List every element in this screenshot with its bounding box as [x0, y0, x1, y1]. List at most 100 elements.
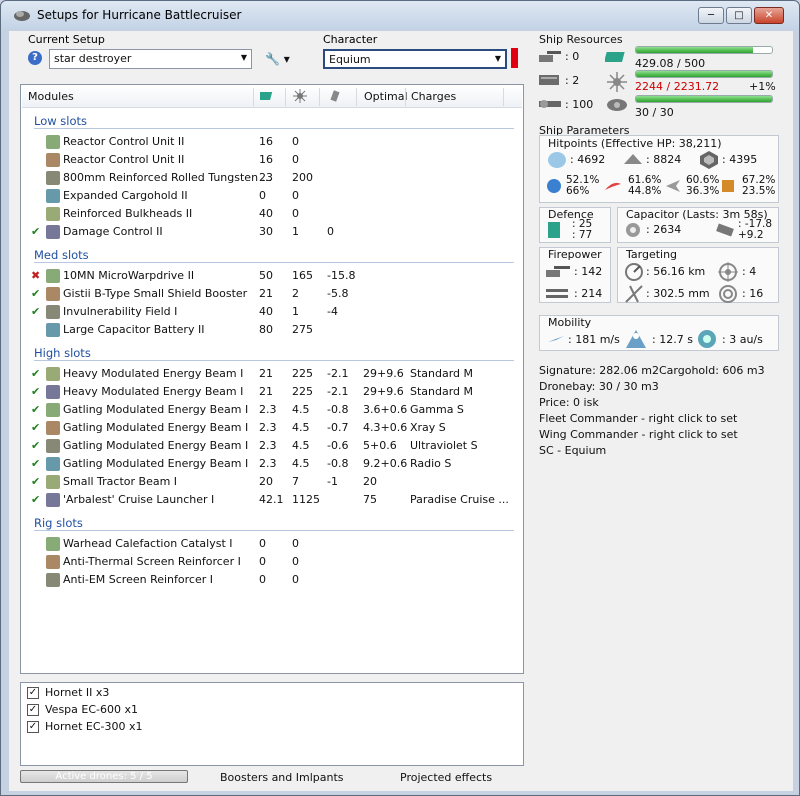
- capacitor-recharge: +9.2: [738, 229, 764, 241]
- squad-commander[interactable]: SC - Equium: [539, 444, 606, 457]
- module-row[interactable]: ✔ Heavy Modulated Energy Beam I 21 225 -2.1 2…: [21, 383, 521, 401]
- chevron-down-icon: ▼: [494, 54, 501, 63]
- module-row[interactable]: Anti-Thermal Screen Reinforcer I 0 0: [21, 553, 521, 571]
- module-cpu: 40: [259, 207, 273, 220]
- drone-checkbox[interactable]: ✓: [27, 687, 39, 699]
- module-optimal: 29+9.6: [363, 367, 404, 380]
- tab-boosters[interactable]: Boosters and Imlpants: [220, 771, 344, 784]
- module-powergrid: 4.5: [292, 457, 310, 470]
- slot-group-header: High slots: [34, 346, 91, 360]
- module-row[interactable]: 800mm Reinforced Rolled Tungsten ... 23 20…: [21, 169, 521, 187]
- module-name: 10MN MicroWarpdrive II: [63, 269, 195, 282]
- module-cpu: 80: [259, 323, 273, 336]
- active-drones-label: Active drones: 5 / 5: [55, 771, 153, 782]
- module-row[interactable]: Warhead Calefaction Catalyst I 0 0: [21, 535, 521, 553]
- module-row[interactable]: Reactor Control Unit II 16 0: [21, 151, 521, 169]
- active-drones-bar: Active drones: 5 / 5: [20, 770, 188, 783]
- client-area: Current Setup ? star destroyer ▼ 🔧 ▾ Char…: [9, 31, 793, 791]
- module-cpu: 2.3: [259, 457, 277, 470]
- module-powergrid: 1: [292, 305, 299, 318]
- module-name: Reactor Control Unit II: [63, 135, 185, 148]
- cargohold: Cargohold: 606 m3: [659, 364, 765, 377]
- capacitor-column-icon[interactable]: [328, 89, 342, 106]
- module-row[interactable]: ✔ Gatling Modulated Energy Beam I 2.3 4.5 -0…: [21, 401, 521, 419]
- slot-group-header: Med slots: [34, 248, 89, 262]
- module-cpu: 16: [259, 153, 273, 166]
- module-row[interactable]: Reactor Control Unit II 16 0: [21, 133, 521, 151]
- module-row[interactable]: Reinforced Bulkheads II 40 0: [21, 205, 521, 223]
- minimize-button[interactable]: ─: [698, 7, 724, 24]
- hitpoints-title: Hitpoints (Effective HP: 38,211): [548, 137, 722, 150]
- check-mark-icon: ✔: [31, 287, 41, 300]
- module-powergrid: 165: [292, 269, 313, 282]
- module-icon: [46, 403, 60, 417]
- em-resist-icon: [547, 179, 561, 193]
- module-icon: [46, 421, 60, 435]
- turret-slots: : 0: [565, 50, 580, 63]
- module-row[interactable]: ✔ 'Arbalest' Cruise Launcher I 42.1 1125 75 P…: [21, 491, 521, 509]
- hitpoints-box: Hitpoints (Effective HP: 38,211) : 4692 …: [539, 135, 779, 203]
- col-charges[interactable]: Charges: [411, 90, 456, 103]
- speed-icon: [548, 336, 564, 342]
- module-cpu: 2.3: [259, 421, 277, 434]
- module-icon: [46, 537, 60, 551]
- module-row[interactable]: ✔ Small Tractor Beam I 20 7 -1 20: [21, 473, 521, 491]
- module-row[interactable]: ✔ Gistii B-Type Small Shield Booster 21 2 -5…: [21, 285, 521, 303]
- armor-icon: [624, 154, 642, 164]
- module-row[interactable]: ✔ Gatling Modulated Energy Beam I 2.3 4.5 -0…: [21, 437, 521, 455]
- drone-checkbox[interactable]: ✓: [27, 704, 39, 716]
- module-name: Gatling Modulated Energy Beam I: [63, 421, 249, 434]
- module-icon: [46, 555, 60, 569]
- module-powergrid: 1125: [292, 493, 320, 506]
- col-optimal[interactable]: Optimal: [364, 90, 408, 103]
- character-status-indicator: [511, 48, 518, 68]
- module-charge: Ultraviolet S: [410, 439, 478, 452]
- cpu-column-icon[interactable]: [258, 89, 274, 106]
- fleet-commander[interactable]: Fleet Commander - right click to set: [539, 412, 737, 425]
- setup-tools-icon[interactable]: 🔧 ▾: [265, 52, 290, 66]
- window-frame: Setups for Hurricane Battlecruiser ─ □ ✕…: [0, 0, 800, 796]
- tab-projected[interactable]: Projected effects: [400, 771, 492, 784]
- wing-commander[interactable]: Wing Commander - right click to set: [539, 428, 738, 441]
- title-bar[interactable]: Setups for Hurricane Battlecruiser ─ □ ✕: [1, 1, 799, 29]
- character-select-value: Equium: [329, 53, 371, 66]
- module-row[interactable]: Expanded Cargohold II 0 0: [21, 187, 521, 205]
- module-row[interactable]: ✔ Invulnerability Field I 40 1 -4: [21, 303, 521, 321]
- module-cpu: 0: [259, 189, 266, 202]
- module-name: Small Tractor Beam I: [63, 475, 178, 488]
- module-capacitor: -15.8: [327, 269, 356, 282]
- module-charge: Paradise Cruise ...: [410, 493, 509, 506]
- maximize-button[interactable]: □: [726, 7, 752, 24]
- character-select[interactable]: Equium ▼: [323, 49, 507, 69]
- slot-group-divider: [34, 530, 514, 531]
- help-icon[interactable]: ?: [28, 51, 42, 65]
- modules-panel: Modules Optimal Charges Low slots Reactor…: [20, 84, 524, 674]
- module-cpu: 21: [259, 385, 273, 398]
- module-charge: Standard M: [410, 367, 474, 380]
- firepower-turret: : 142: [574, 265, 603, 278]
- turret-icon: [539, 51, 561, 62]
- module-row[interactable]: ✔ Gatling Modulated Energy Beam I 2.3 4.5 -0…: [21, 455, 521, 473]
- col-modules[interactable]: Modules: [28, 90, 74, 103]
- explosive-armor-resist: 23.5%: [742, 185, 776, 197]
- module-row[interactable]: ✖ 10MN MicroWarpdrive II 50 165 -15.8: [21, 267, 521, 285]
- target-range-icon: [625, 263, 643, 281]
- module-row[interactable]: Large Capacitor Battery II 80 275: [21, 321, 521, 339]
- module-name: Gistii B-Type Small Shield Booster: [63, 287, 248, 300]
- drone-checkbox[interactable]: ✓: [27, 721, 39, 733]
- modules-header: Modules Optimal Charges: [22, 86, 522, 108]
- module-powergrid: 4.5: [292, 421, 310, 434]
- module-optimal: 3.6+0.6: [363, 403, 408, 416]
- module-row[interactable]: ✔ Gatling Modulated Energy Beam I 2.3 4.5 -0…: [21, 419, 521, 437]
- module-row[interactable]: ✔ Heavy Modulated Energy Beam I 21 225 -2.1 2…: [21, 365, 521, 383]
- powergrid-column-icon[interactable]: [293, 89, 307, 106]
- setup-select[interactable]: star destroyer ▼: [49, 49, 252, 69]
- check-mark-icon: ✔: [31, 457, 41, 470]
- close-button[interactable]: ✕: [754, 7, 784, 24]
- module-cpu: 30: [259, 225, 273, 238]
- check-mark-icon: ✔: [31, 403, 41, 416]
- module-powergrid: 225: [292, 385, 313, 398]
- module-row[interactable]: Anti-EM Screen Reinforcer I 0 0: [21, 571, 521, 589]
- module-row[interactable]: ✔ Damage Control II 30 1 0: [21, 223, 521, 241]
- module-name: Reinforced Bulkheads II: [63, 207, 193, 220]
